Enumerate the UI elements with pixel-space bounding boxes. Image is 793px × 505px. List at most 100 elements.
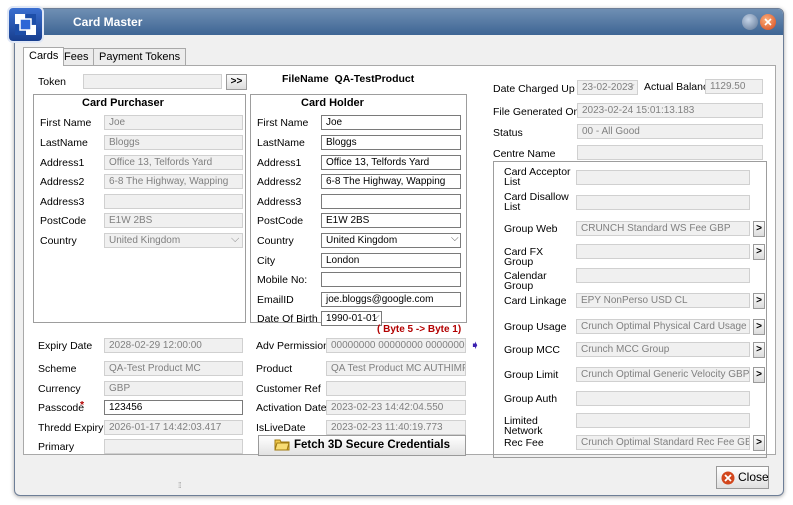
purchaser-address1-label: Address1 <box>40 157 85 169</box>
product-islivedate-label: IsLiveDate <box>256 422 306 434</box>
actual-balance-field: 1129.50 <box>705 79 763 94</box>
detail-passcode-label: Passcode <box>38 402 85 414</box>
card-purchaser-heading: Card Purchaser <box>82 97 164 109</box>
holder-emailid-label: EmailID <box>257 294 294 306</box>
filename-value: QA-TestProduct <box>334 73 415 85</box>
passcode-required-mark: * <box>80 399 85 411</box>
group-card-fx-group-field <box>576 244 750 259</box>
holder-address1-field[interactable]: Office 13, Telfords Yard <box>321 155 461 170</box>
holder-city-label: City <box>257 255 276 267</box>
purchaser-address3-label: Address3 <box>40 196 85 208</box>
holder-lastname-field[interactable]: Bloggs <box>321 135 461 150</box>
token-go-button[interactable]: >> <box>226 74 247 90</box>
chevron-down-icon[interactable]: ⌵ <box>627 80 635 91</box>
detail-thredd-expiry-label: Thredd Expiry <box>38 422 104 434</box>
group-card-fx-group-label: Card FX Group <box>504 246 544 268</box>
purchaser-address2-label: Address2 <box>40 176 85 188</box>
holder-postcode-label: PostCode <box>257 215 304 227</box>
tab-cards[interactable]: Cards <box>23 47 65 66</box>
byte-order-note: ( Byte 5 -> Byte 1) <box>377 324 462 335</box>
holder-date-of-birth-label: Date Of Birth <box>257 313 318 325</box>
holder-first-name-field[interactable]: Joe <box>321 115 461 130</box>
group-group-auth-field <box>576 391 750 406</box>
detail-thredd-expiry-field: 2026-01-17 14:42:03.417 <box>104 420 243 435</box>
holder-address3-field[interactable] <box>321 194 461 209</box>
group-calendar-group-label: Calendar Group <box>504 270 547 292</box>
purchaser-address2-field: 6-8 The Highway, Wapping <box>104 174 243 189</box>
purchaser-lastname-label: LastName <box>40 137 88 149</box>
tab-payment-tokens[interactable]: Payment Tokens <box>93 48 187 65</box>
purchaser-first-name-field: Joe <box>104 115 243 130</box>
holder-country-field[interactable]: United Kingdom <box>321 233 461 248</box>
product-islivedate-field: 2023-02-23 11:40:19.773 <box>326 420 466 435</box>
detail-primary-label: Primary <box>38 441 75 453</box>
group-card-linkage-field: EPY NonPerso USD CL <box>576 293 750 308</box>
holder-first-name-label: First Name <box>257 117 309 129</box>
group-group-web-field: CRUNCH Standard WS Fee GBP <box>576 221 750 236</box>
group-calendar-group-field <box>576 268 750 283</box>
close-icon <box>721 471 735 485</box>
group-group-web-label: Group Web <box>504 223 558 235</box>
group-rec-fee-select-button[interactable]: > <box>753 435 765 451</box>
right-file-generated-on-label: File Generated On <box>493 106 580 118</box>
detail-currency-label: Currency <box>38 383 81 395</box>
token-label: Token <box>38 76 67 88</box>
chevron-down-icon: ⌵ <box>231 233 240 245</box>
product-activation-date-field: 2023-02-23 14:42:04.550 <box>326 400 466 415</box>
detail-passcode-field[interactable]: 123456 <box>104 400 243 415</box>
group-rec-fee-label: Rec Fee <box>504 437 544 449</box>
card-holder-heading: Card Holder <box>301 97 364 109</box>
chevron-down-icon[interactable]: ⌵ <box>372 311 380 322</box>
close-button[interactable]: Close <box>716 466 769 489</box>
close-window-icon[interactable] <box>760 14 776 30</box>
group-limited-network-field <box>576 413 750 428</box>
purchaser-country-field: United Kingdom <box>104 233 243 248</box>
group-group-web-select-button[interactable]: > <box>753 221 765 237</box>
group-group-limit-select-button[interactable]: > <box>753 367 765 383</box>
product-customer-ref-label: Customer Ref <box>256 383 321 395</box>
group-card-linkage-select-button[interactable]: > <box>753 293 765 309</box>
holder-postcode-field[interactable]: E1W 2BS <box>321 213 461 228</box>
group-group-mcc-select-button[interactable]: > <box>753 342 765 358</box>
group-group-usage-select-button[interactable]: > <box>753 319 765 335</box>
chevron-down-icon[interactable]: ⌵ <box>451 233 459 244</box>
resize-grip-icon[interactable]: ⁞⁞ <box>178 481 182 490</box>
group-group-usage-label: Group Usage <box>504 321 567 333</box>
purchaser-postcode-label: PostCode <box>40 215 87 227</box>
product-customer-ref-field <box>326 381 466 396</box>
detail-scheme-field: QA-Test Product MC <box>104 361 243 376</box>
close-button-label: Close <box>738 470 769 484</box>
group-card-acceptor-list-label: Card Acceptor List <box>504 166 571 188</box>
folder-icon <box>274 439 290 451</box>
group-card-fx-group-select-button[interactable]: > <box>753 244 765 260</box>
holder-mobile-no-field[interactable] <box>321 272 461 287</box>
holder-address3-label: Address3 <box>257 196 302 208</box>
holder-emailid-field[interactable]: joe.bloggs@google.com <box>321 292 461 307</box>
adv-permission-arrow-icon[interactable]: ➧ <box>470 338 480 352</box>
detail-scheme-label: Scheme <box>38 363 77 375</box>
holder-address2-label: Address2 <box>257 176 302 188</box>
minimize-icon[interactable] <box>742 14 758 30</box>
detail-primary-field <box>104 439 243 454</box>
holder-address2-field[interactable]: 6-8 The Highway, Wapping <box>321 174 461 189</box>
right-file-generated-on-field: 2023-02-24 15:01:13.183 <box>577 103 763 118</box>
right-status-field: 00 - All Good <box>577 124 763 139</box>
group-card-acceptor-list-field <box>576 170 750 185</box>
product-activation-date-label: Activation Date <box>256 402 327 414</box>
purchaser-lastname-field: Bloggs <box>104 135 243 150</box>
fetch-3d-secure-button[interactable]: Fetch 3D Secure Credentials <box>258 435 466 456</box>
product-product-label: Product <box>256 363 293 375</box>
group-rec-fee-field: Crunch Optimal Standard Rec Fee GBP <box>576 435 750 450</box>
group-group-mcc-field: Crunch MCC Group <box>576 342 750 357</box>
holder-address1-label: Address1 <box>257 157 302 169</box>
token-field[interactable] <box>83 74 222 89</box>
title-bar[interactable]: Card Master <box>7 6 783 43</box>
fetch-3d-secure-label: Fetch 3D Secure Credentials <box>294 439 450 451</box>
holder-city-field[interactable]: London <box>321 253 461 268</box>
detail-expiry-date-label: Expiry Date <box>38 340 93 352</box>
right-status-label: Status <box>493 127 523 139</box>
window-title: Card Master <box>73 15 143 29</box>
purchaser-address3-field <box>104 194 243 209</box>
right-centre-name-label: Centre Name <box>493 148 556 160</box>
group-card-disallow-list-label: Card Disallow List <box>504 191 569 213</box>
